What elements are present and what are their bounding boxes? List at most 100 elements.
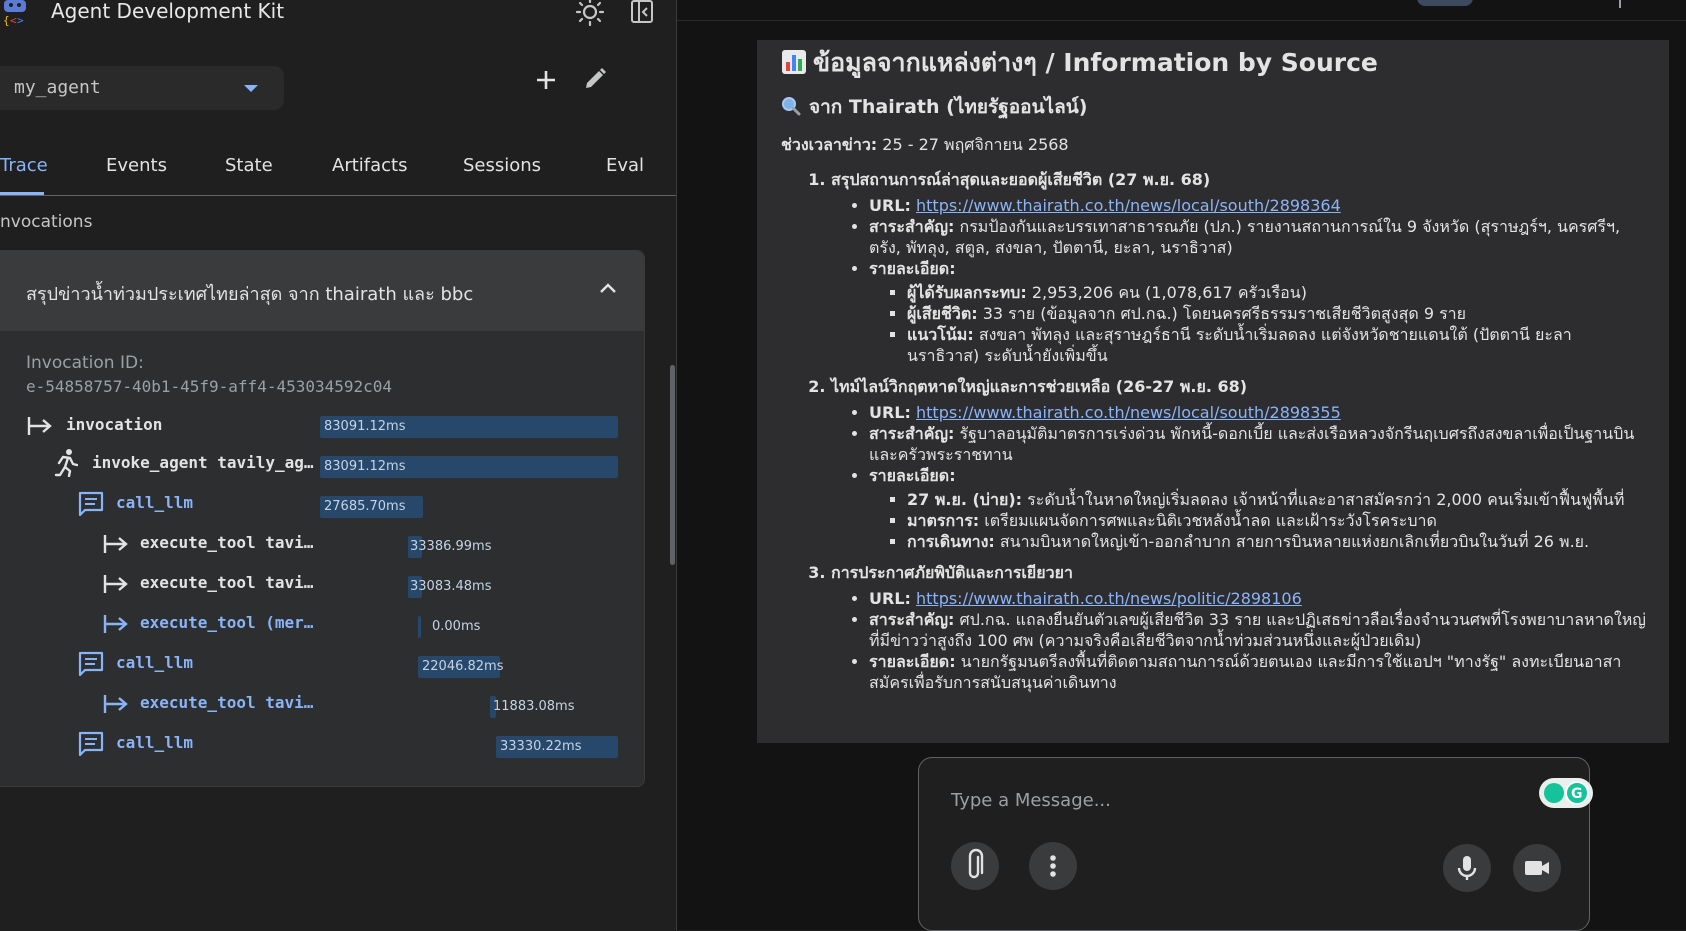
news-link[interactable]: https://www.thairath.co.th/news/local/so… <box>916 403 1341 422</box>
tab-sessions[interactable]: Sessions <box>463 155 541 176</box>
detail-key: ผู้เสียชีวิต: <box>907 304 978 323</box>
trace-span-row[interactable]: execute_tool tavi… <box>102 571 626 599</box>
trace-span-bar <box>418 616 421 638</box>
detail-value: ระดับน้ำในหาดใหญ่เริ่มลดลง เจ้าหน้าที่แล… <box>1027 490 1625 509</box>
url-label: URL: <box>869 196 911 215</box>
detail-value: 2,953,206 คน (1,078,617 ครัวเรือน) <box>1031 283 1307 302</box>
message-composer: Type a Message... G <box>918 757 1593 931</box>
summary-label: สาระสำคัญ: <box>869 424 955 443</box>
tab-events[interactable]: Events <box>106 155 167 176</box>
detail-entry: แนวโน้ม: สงขลา พัทลุง และสุราษฎร์ธานี ระ… <box>907 324 1649 366</box>
trace-span-label: execute_tool tavi… <box>140 573 314 592</box>
news-summary-item: สาระสำคัญ: กรมป้องกันและบรรเทาสาธารณภัย … <box>869 216 1649 258</box>
tab-trace[interactable]: Trace <box>0 155 48 176</box>
microphone-button[interactable] <box>1443 844 1491 892</box>
chevron-up-icon[interactable] <box>598 281 618 295</box>
message-heading-text: ข้อมูลจากแหล่งต่างๆ / Information by Sou… <box>813 48 1378 77</box>
detail-key: ผู้ได้รับผลกระทบ: <box>907 283 1027 302</box>
summary-text: กรมป้องกันและบรรเทาสาธารณภัย (ปภ.) รายงา… <box>869 217 1621 257</box>
running-person-icon <box>54 449 78 477</box>
message-subheading: จาก Thairath (ไทยรัฐออนไลน์) <box>781 94 1649 120</box>
detail-value: สงขลา พัทลุง และสุราษฎร์ธานี ระดับน้ำเริ… <box>907 325 1572 365</box>
tab-state[interactable]: State <box>225 155 273 176</box>
bar-chart-icon <box>782 50 806 74</box>
summary-label: สาระสำคัญ: <box>869 610 955 629</box>
trace-span-label: execute_tool tavi… <box>140 533 314 552</box>
trace-span-row[interactable]: call_llm <box>78 651 626 679</box>
news-link[interactable]: https://www.thairath.co.th/news/local/so… <box>916 196 1341 215</box>
agent-selector[interactable]: my_agent <box>0 66 284 110</box>
trace-span-duration: 83091.12ms <box>324 459 406 474</box>
invocation-header[interactable]: สรุปข่าวน้ำท่วมประเทศไทยล่าสุด จาก thair… <box>0 251 644 331</box>
microphone-icon <box>1457 856 1477 880</box>
svg-text:G: G <box>1571 786 1583 802</box>
detail-entry: มาตรการ: เตรียมแผนจัดการศพและนิติเวชหลัง… <box>907 510 1649 531</box>
summary-text: รัฐบาลอนุมัติมาตรการเร่งด่วน พักหนี้-ดอก… <box>869 424 1635 464</box>
arrow-into-bar-icon <box>27 417 52 435</box>
chat-message-icon <box>78 731 104 757</box>
detail-entry: 27 พ.ย. (บ่าย): ระดับน้ำในหาดใหญ่เริ่มลด… <box>907 489 1649 510</box>
details-label: รายละเอียด: <box>869 466 956 485</box>
more-options-button[interactable] <box>1029 842 1077 890</box>
trace-span-row[interactable]: execute_tool (mer… <box>102 611 626 639</box>
edit-pencil-icon[interactable] <box>582 66 608 92</box>
details-label: รายละเอียด: <box>869 259 956 278</box>
trace-span-duration: 0.00ms <box>432 619 481 634</box>
invocations-label: nvocations <box>0 212 93 232</box>
video-button[interactable] <box>1513 844 1561 892</box>
trace-span-label: execute_tool tavi… <box>140 693 314 712</box>
news-list: สรุปสถานการณ์ล่าสุดและยอดผู้เสียชีวิต (2… <box>781 169 1649 693</box>
news-item-title: สรุปสถานการณ์ล่าสุดและยอดผู้เสียชีวิต (2… <box>831 170 1211 189</box>
news-item: สรุปสถานการณ์ล่าสุดและยอดผู้เสียชีวิต (2… <box>831 169 1649 366</box>
add-icon[interactable] <box>534 68 558 92</box>
toggle-switch[interactable] <box>1417 0 1473 6</box>
detail-key: การเดินทาง: <box>907 532 995 551</box>
news-details-item: รายละเอียด: ผู้ได้รับผลกระทบ: 2,953,206 … <box>869 258 1649 366</box>
news-url-item: URL: https://www.thairath.co.th/news/loc… <box>869 195 1649 216</box>
detail-key: 27 พ.ย. (บ่าย): <box>907 490 1023 509</box>
news-period: ช่วงเวลาข่าว: 25 - 27 พฤศจิกายน 2568 <box>781 134 1649 155</box>
chat-area: ข้อมูลจากแหล่งต่างๆ / Information by Sou… <box>677 0 1686 931</box>
trace-span-label: call_llm <box>116 493 194 512</box>
news-item: การประกาศภัยพิบัติและการเยียวยา URL: htt… <box>831 562 1649 693</box>
side-panel: { < > Agent Development Kit my_agent Tra… <box>0 0 677 930</box>
news-item-title: ไทม์ไลน์วิกฤตหาดใหญ่และการช่วยเหลือ (26-… <box>831 377 1248 396</box>
trace-span-duration: 11883.08ms <box>493 699 575 714</box>
top-toolbar <box>677 0 1686 21</box>
detail-entry: ผู้เสียชีวิต: 33 ราย (ข้อมูลจาก ศป.กฉ.) … <box>907 303 1649 324</box>
svg-text:<: < <box>10 14 17 26</box>
collapse-panel-icon[interactable] <box>630 0 654 24</box>
news-item: ไทม์ไลน์วิกฤตหาดใหญ่และการช่วยเหลือ (26-… <box>831 376 1649 552</box>
arrow-into-bar-icon <box>103 575 128 593</box>
invocation-id: e-54858757-40b1-45f9-aff4-453034592c04 <box>26 377 393 396</box>
theme-toggle-sun-icon[interactable] <box>575 0 605 26</box>
panel-tabs: Trace Events State Artifacts Sessions Ev… <box>0 145 676 196</box>
attach-button[interactable] <box>951 842 999 890</box>
detail-value: เตรียมแผนจัดการศพและนิติเวชหลังน้ำลด และ… <box>984 511 1437 530</box>
message-input[interactable]: Type a Message... <box>951 790 1111 811</box>
trace-span-row[interactable]: execute_tool tavi… <box>102 531 626 559</box>
arrow-into-bar-icon <box>103 615 128 633</box>
news-url-item: URL: https://www.thairath.co.th/news/pol… <box>869 588 1649 609</box>
grammarly-icon[interactable]: G <box>1539 778 1593 808</box>
news-link[interactable]: https://www.thairath.co.th/news/politic/… <box>916 589 1302 608</box>
trace-span-label: call_llm <box>116 653 194 672</box>
trace-span-label: invocation <box>66 415 163 434</box>
details-label: รายละเอียด: <box>869 652 956 671</box>
chat-message-icon <box>78 491 104 517</box>
invocation-id-label: Invocation ID: <box>26 353 144 373</box>
chevron-down-icon <box>244 85 258 92</box>
trace-span-label: call_llm <box>116 733 194 752</box>
video-camera-icon <box>1525 861 1549 875</box>
news-period-value: 25 - 27 พฤศจิกายน 2568 <box>882 135 1069 154</box>
message-heading: ข้อมูลจากแหล่งต่างๆ / Information by Sou… <box>781 40 1649 80</box>
active-tab-indicator <box>0 192 44 195</box>
tab-artifacts[interactable]: Artifacts <box>332 155 407 176</box>
detail-value: สนามบินหาดใหญ่เข้า-ออกลำบาก สายการบินหลา… <box>999 532 1590 551</box>
panel-scrollbar[interactable] <box>670 365 675 565</box>
detail-key: มาตรการ: <box>907 511 980 530</box>
tab-eval[interactable]: Eval <box>606 155 644 176</box>
paperclip-icon <box>968 848 984 879</box>
detail-entry: การเดินทาง: สนามบินหาดใหญ่เข้า-ออกลำบาก … <box>907 531 1649 552</box>
svg-text:{: { <box>3 14 10 26</box>
